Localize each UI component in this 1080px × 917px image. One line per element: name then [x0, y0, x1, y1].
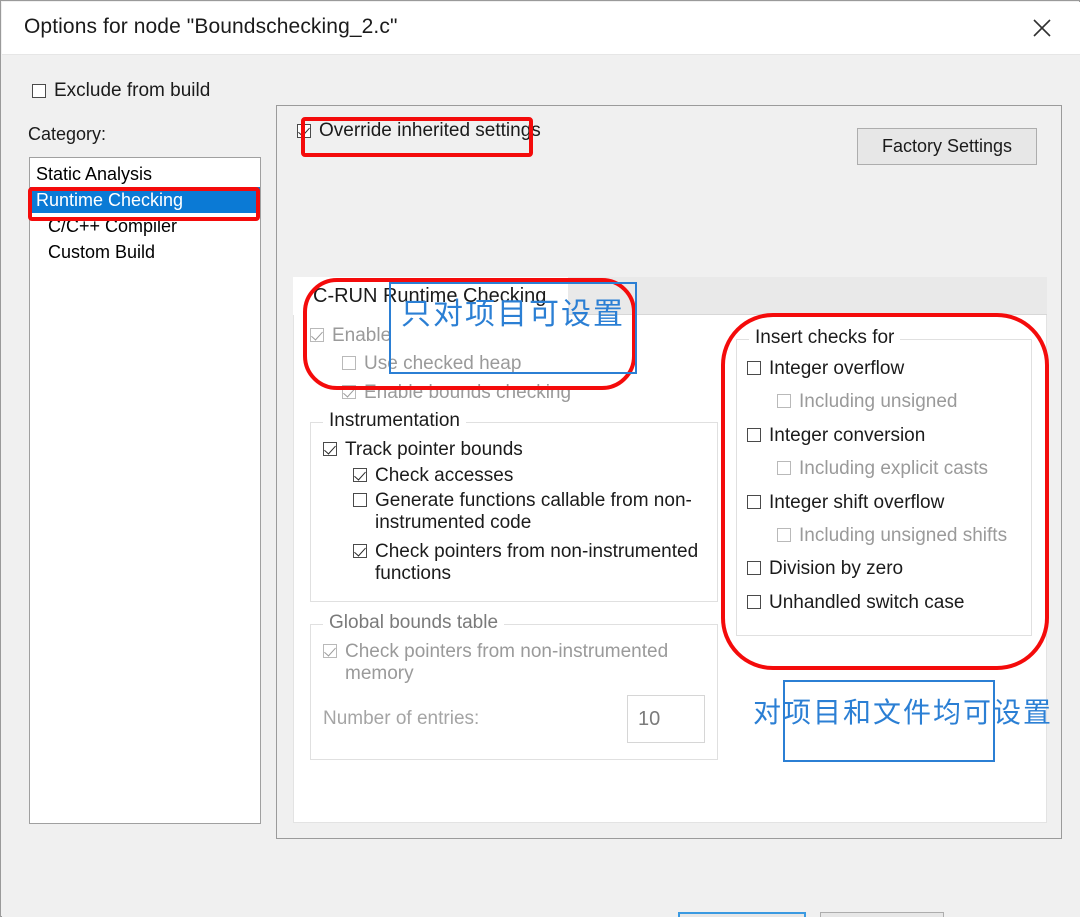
checkbox-icon: [323, 442, 337, 457]
close-icon: [1033, 19, 1051, 37]
tab-c-run-runtime-checking[interactable]: C-RUN Runtime Checking: [293, 277, 569, 316]
checkbox-icon: [32, 84, 46, 98]
category-item-c-cpp-compiler[interactable]: C/C++ Compiler: [30, 213, 260, 239]
including-explicit-casts-label: Including explicit casts: [799, 458, 989, 480]
checkbox-icon: [353, 543, 367, 558]
use-checked-heap-checkbox[interactable]: Use checked heap: [342, 353, 718, 375]
check-accesses-checkbox[interactable]: Check accesses: [353, 465, 705, 487]
global-bounds-table-group-title: Global bounds table: [323, 611, 505, 634]
insert-checks-for-group: Insert checks for Integer overflow Inclu…: [736, 327, 1032, 637]
factory-settings-button[interactable]: Factory Settings: [857, 128, 1037, 165]
including-unsigned-shifts-checkbox[interactable]: Including unsigned shifts: [777, 525, 1021, 547]
track-pointer-bounds-label: Track pointer bounds: [345, 439, 523, 461]
checkbox-icon: [297, 124, 311, 138]
checkbox-icon: [747, 494, 761, 509]
including-unsigned-shifts-label: Including unsigned shifts: [799, 525, 1008, 547]
check-pointers-non-instrumented-memory-label: Check pointers from non-instrumented mem…: [345, 640, 669, 685]
category-item-static-analysis[interactable]: Static Analysis: [30, 161, 260, 187]
integer-shift-overflow-label: Integer shift overflow: [769, 491, 945, 513]
check-pointers-non-instrumented-functions-checkbox[interactable]: Check pointers from non-instrumented fun…: [353, 541, 705, 586]
division-by-zero-label: Division by zero: [769, 558, 904, 580]
top-options-group: Enable Use checked heap Enable bounds ch…: [310, 325, 718, 404]
enable-bounds-checking-label: Enable bounds checking: [364, 381, 572, 403]
checkbox-icon: [342, 356, 356, 371]
division-by-zero-checkbox[interactable]: Division by zero: [747, 558, 1021, 580]
checkbox-icon: [747, 427, 761, 442]
enable-bounds-checking-checkbox[interactable]: Enable bounds checking: [342, 382, 718, 404]
integer-conversion-label: Integer conversion: [769, 424, 926, 446]
number-of-entries-row: Number of entries: 10: [323, 695, 705, 744]
exclude-from-build-checkbox[interactable]: Exclude from build: [32, 80, 210, 102]
checkbox-icon: [777, 461, 791, 476]
tab-page-c-run-runtime-checking: Enable Use checked heap Enable bounds ch…: [293, 315, 1047, 823]
instrumentation-group-title: Instrumentation: [323, 410, 466, 433]
override-inherited-settings-checkbox[interactable]: Override inherited settings: [297, 120, 541, 142]
check-pointers-non-instrumented-functions-label: Check pointers from non-instrumented fun…: [375, 540, 699, 585]
number-of-entries-input[interactable]: 10: [627, 695, 705, 744]
title-bar: Options for node "Boundschecking_2.c": [2, 2, 1080, 55]
global-bounds-table-group: Global bounds table Check pointers from …: [310, 611, 718, 761]
exclude-from-build-label: Exclude from build: [54, 80, 211, 101]
integer-overflow-label: Integer overflow: [769, 358, 905, 379]
insert-checks-for-group-title: Insert checks for: [749, 327, 901, 349]
checkbox-icon: [323, 643, 337, 658]
checkbox-icon: [777, 394, 791, 409]
category-item-custom-build[interactable]: Custom Build: [30, 239, 260, 265]
check-accesses-label: Check accesses: [375, 464, 514, 486]
page-title: Options for node "Boundschecking_2.c": [24, 15, 398, 38]
settings-panel: Override inherited settings Factory Sett…: [276, 105, 1062, 839]
including-unsigned-checkbox[interactable]: Including unsigned: [777, 391, 1021, 413]
category-item-runtime-checking[interactable]: Runtime Checking: [30, 187, 260, 213]
category-label: Category:: [28, 124, 107, 144]
unhandled-switch-case-checkbox[interactable]: Unhandled switch case: [747, 592, 1021, 614]
including-explicit-casts-checkbox[interactable]: Including explicit casts: [777, 458, 1021, 480]
checkbox-icon: [342, 384, 356, 399]
checkbox-icon: [747, 561, 761, 576]
instrumentation-group: Instrumentation Track pointer bounds Che…: [310, 410, 718, 602]
integer-conversion-checkbox[interactable]: Integer conversion: [747, 425, 1021, 447]
track-pointer-bounds-checkbox[interactable]: Track pointer bounds: [323, 439, 705, 461]
enable-checkbox[interactable]: Enable: [310, 325, 718, 347]
unhandled-switch-case-label: Unhandled switch case: [769, 591, 965, 613]
checkbox-icon: [747, 361, 761, 375]
options-dialog: Options for node "Boundschecking_2.c" Ex…: [0, 0, 1080, 917]
including-unsigned-label: Including unsigned: [799, 391, 958, 413]
left-column: Enable Use checked heap Enable bounds ch…: [310, 325, 718, 761]
category-list[interactable]: Static Analysis Runtime Checking C/C++ C…: [29, 157, 261, 824]
use-checked-heap-label: Use checked heap: [364, 353, 522, 375]
right-column: Insert checks for Integer overflow Inclu…: [736, 325, 1032, 637]
integer-shift-overflow-checkbox[interactable]: Integer shift overflow: [747, 492, 1021, 514]
number-of-entries-label: Number of entries:: [323, 708, 480, 730]
ok-button[interactable]: OK: [678, 912, 806, 917]
generate-functions-checkbox[interactable]: Generate functions callable from non-ins…: [353, 490, 705, 535]
enable-label: Enable: [332, 325, 392, 346]
checkbox-icon: [353, 467, 367, 482]
tab-strip: C-RUN Runtime Checking: [293, 277, 1047, 316]
integer-overflow-checkbox[interactable]: Integer overflow: [747, 358, 1021, 380]
override-inherited-settings-label: Override inherited settings: [319, 120, 541, 141]
generate-functions-label: Generate functions callable from non-ins…: [375, 490, 692, 534]
checkbox-icon: [353, 493, 367, 508]
dialog-body: Exclude from build Category: Static Anal…: [2, 55, 1080, 917]
checkbox-icon: [310, 328, 324, 342]
checkbox-icon: [777, 528, 791, 543]
check-pointers-non-instrumented-memory-checkbox[interactable]: Check pointers from non-instrumented mem…: [323, 641, 705, 686]
checkbox-icon: [747, 594, 761, 609]
close-button[interactable]: [1010, 2, 1074, 54]
cancel-button[interactable]: Cancel: [820, 912, 944, 917]
